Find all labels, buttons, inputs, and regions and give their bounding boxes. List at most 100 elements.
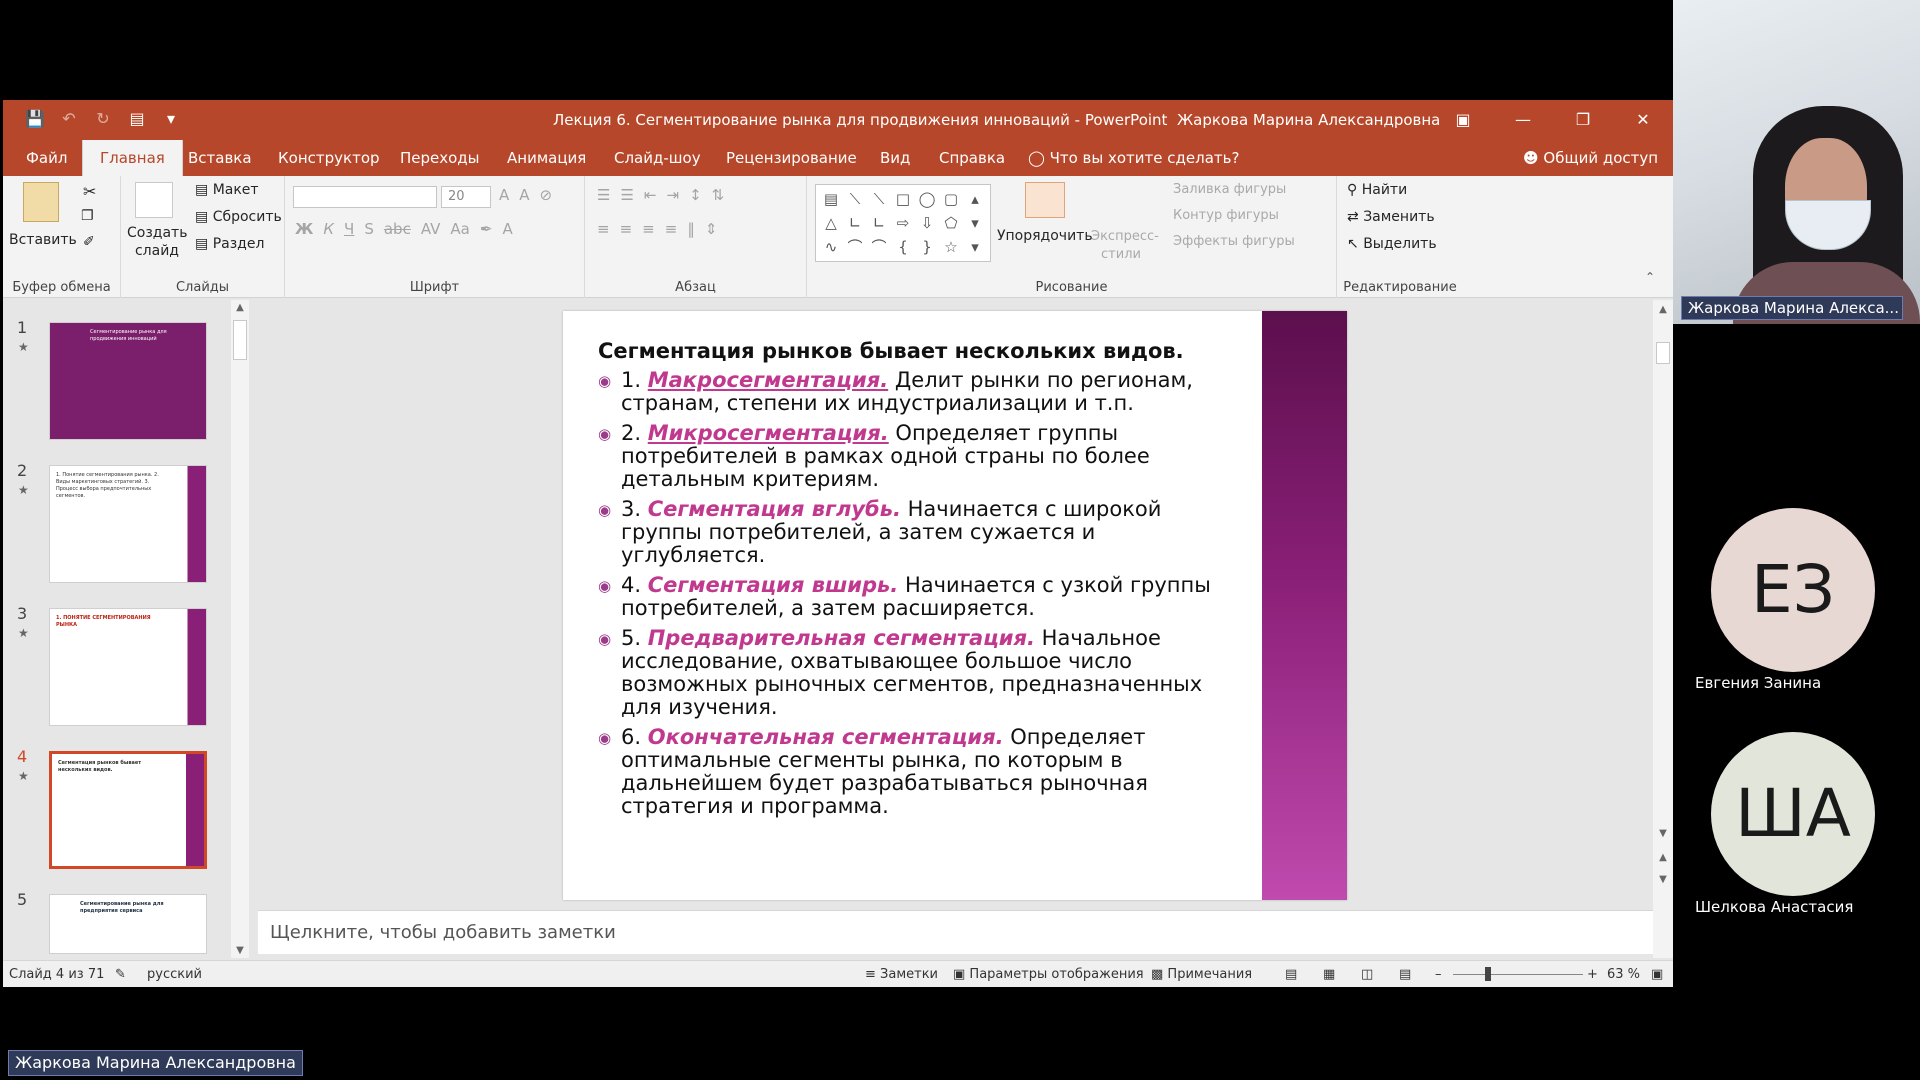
zoom-in-icon[interactable]: + [1587,961,1598,988]
line-spacing-icon[interactable]: ↕ [689,186,702,204]
more-shapes-icon[interactable]: ▾ [964,211,986,235]
tab-transitions[interactable]: Переходы [397,140,483,176]
curve-shape-icon[interactable]: ⌒ [844,235,866,259]
font-size-select[interactable]: 20 [441,186,491,208]
scroll-down-icon[interactable]: ▼ [1653,828,1673,839]
slideshow-view-icon[interactable]: ▤ [1399,961,1411,988]
tab-design[interactable]: Конструктор [275,140,383,176]
customize-icon[interactable]: ▾ [161,109,181,129]
zoom-slider-knob[interactable] [1485,967,1491,981]
replace-button[interactable]: ⇄ Заменить [1347,209,1435,225]
tab-slideshow[interactable]: Слайд-шоу [611,140,704,176]
slide-canvas[interactable]: Сегментация рынков бывает нескольких вид… [563,311,1347,900]
slide-scrollbar[interactable]: ▲ ▼ ▲ ▼ [1653,300,1673,958]
scroll-thumb[interactable] [233,320,247,360]
connector-shape-icon[interactable]: ∟ [868,211,890,235]
format-painter-icon[interactable]: ✐ [83,234,95,250]
tab-review[interactable]: Рецензирование [723,140,860,176]
align-right-icon[interactable]: ≡ [642,220,655,238]
comments-button[interactable]: ▩ Примечания [1151,961,1252,988]
minimize-icon[interactable]: — [1493,100,1553,140]
more-shapes-icon[interactable]: ▴ [964,187,986,211]
ribbon-display-icon[interactable]: ▣ [1433,100,1493,140]
clear-format-icon[interactable]: ⊘ [540,186,553,204]
decrease-indent-icon[interactable]: ⇤ [644,186,657,204]
slide-counter[interactable]: Слайд 4 из 71 [9,961,104,988]
shape-fill-button[interactable]: Заливка фигуры [1173,182,1286,197]
highlight-icon[interactable]: ✒ [480,220,493,238]
display-settings-button[interactable]: ▣ Параметры отображения [953,961,1144,988]
increase-indent-icon[interactable]: ⇥ [666,186,679,204]
reading-view-icon[interactable]: ◫ [1361,961,1373,988]
restore-icon[interactable]: ❐ [1553,100,1613,140]
slide-thumbnail-3[interactable]: 1. ПОНЯТИЕ СЕГМЕНТИРОВАНИЯ РЫНКА [49,608,207,726]
italic-button[interactable]: К [323,220,334,238]
arrow-right-shape-icon[interactable]: ⇨ [892,211,914,235]
close-icon[interactable]: ✕ [1613,100,1673,140]
star-shape-icon[interactable]: ☆ [940,235,962,259]
slide-title[interactable]: Сегментация рынков бывает нескольких вид… [598,339,1184,363]
new-slide-button[interactable]: Создать слайд [127,224,187,260]
zoom-level[interactable]: 63 % [1607,961,1640,988]
quick-styles-button[interactable]: Экспресс-стили [1091,228,1159,264]
select-button[interactable]: ↖ Выделить [1347,236,1437,252]
arrow-down-shape-icon[interactable]: ⇩ [916,211,938,235]
textbox-shape-icon[interactable]: ▤ [820,187,842,211]
collapse-ribbon-icon[interactable]: ⌃ [1645,270,1655,284]
zoom-slider[interactable] [1453,974,1583,975]
layout-button[interactable]: ▤ Макет [195,182,259,198]
zoom-out-icon[interactable]: – [1435,961,1442,988]
presenter-video-tile[interactable]: Жаркова Марина Алекса... [1673,0,1920,324]
bullets-icon[interactable]: ☰ [597,186,610,204]
text-direction-icon[interactable]: ⇅ [712,186,725,204]
brace-left-shape-icon[interactable]: { [892,235,914,259]
scroll-thumb[interactable] [1656,342,1670,364]
rounded-rect-shape-icon[interactable]: ▢ [940,187,962,211]
align-center-icon[interactable]: ≡ [620,220,633,238]
reset-button[interactable]: ▤ Сбросить [195,209,282,225]
line-shape-icon[interactable]: ⟍ [844,187,866,211]
normal-view-icon[interactable]: ▤ [1285,961,1297,988]
fit-slide-icon[interactable]: ▣ [1651,961,1663,988]
find-button[interactable]: ⚲ Найти [1347,182,1407,198]
bold-button[interactable]: Ж [295,220,313,238]
pentagon-shape-icon[interactable]: ⬠ [940,211,962,235]
justify-icon[interactable]: ≡ [665,220,678,238]
rectangle-shape-icon[interactable]: □ [892,187,914,211]
connector-shape-icon[interactable]: ∟ [844,211,866,235]
more-shapes-icon[interactable]: ▾ [964,235,986,259]
participant-avatar[interactable]: ША [1711,732,1875,896]
tab-home[interactable]: Главная [82,140,183,176]
arrange-button[interactable]: Упорядочить [997,228,1093,244]
shape-effects-button[interactable]: Эффекты фигуры [1173,234,1295,249]
spellcheck-icon[interactable]: ✎ [115,961,126,988]
copy-icon[interactable]: ❐ [81,208,94,224]
previous-slide-icon[interactable]: ▲ [1653,852,1673,863]
char-spacing-button[interactable]: AV [421,220,441,238]
shadow-button[interactable]: S [364,220,374,238]
font-name-select[interactable] [293,186,437,208]
tell-me-search[interactable]: ◯ Что вы хотите сделать? [1028,140,1239,176]
signed-in-user[interactable]: Жаркова Марина Александровна [1177,111,1440,129]
font-color-button[interactable]: A [502,220,512,238]
tab-insert[interactable]: Вставка [185,140,255,176]
participant-avatar[interactable]: ЕЗ [1711,508,1875,672]
notes-toggle[interactable]: ≡ Заметки [865,961,938,988]
shapes-gallery[interactable]: ▤ ⟍ ⟍ □ ◯ ▢ ▴ △ ∟ ∟ ⇨ ⇩ ⬠ ▾ ∿ ⌒ ⌒{} ☆ ▾ [815,184,991,262]
arc-shape-icon[interactable]: ⌒ [868,235,890,259]
slide-thumbnail-2[interactable]: 1. Понятие сегментирования рынка. 2. Вид… [49,465,207,583]
paste-button[interactable]: Вставить [9,232,77,248]
triangle-shape-icon[interactable]: △ [820,211,842,235]
scroll-down-icon[interactable]: ▼ [231,945,249,956]
tab-view[interactable]: Вид [877,140,913,176]
align-left-icon[interactable]: ≡ [597,220,610,238]
underline-button[interactable]: Ч [344,220,354,238]
notes-pane[interactable]: Щелкните, чтобы добавить заметки [258,910,1653,954]
cut-icon[interactable]: ✂ [83,182,96,201]
numbering-icon[interactable]: ☰ [620,186,633,204]
line-shape-icon[interactable]: ⟍ [868,187,890,211]
thumbnails-scrollbar[interactable]: ▲ ▼ [231,300,249,958]
grow-font-icon[interactable]: A [499,186,509,204]
scroll-up-icon[interactable]: ▲ [231,302,249,313]
section-button[interactable]: ▤ Раздел [195,236,264,252]
